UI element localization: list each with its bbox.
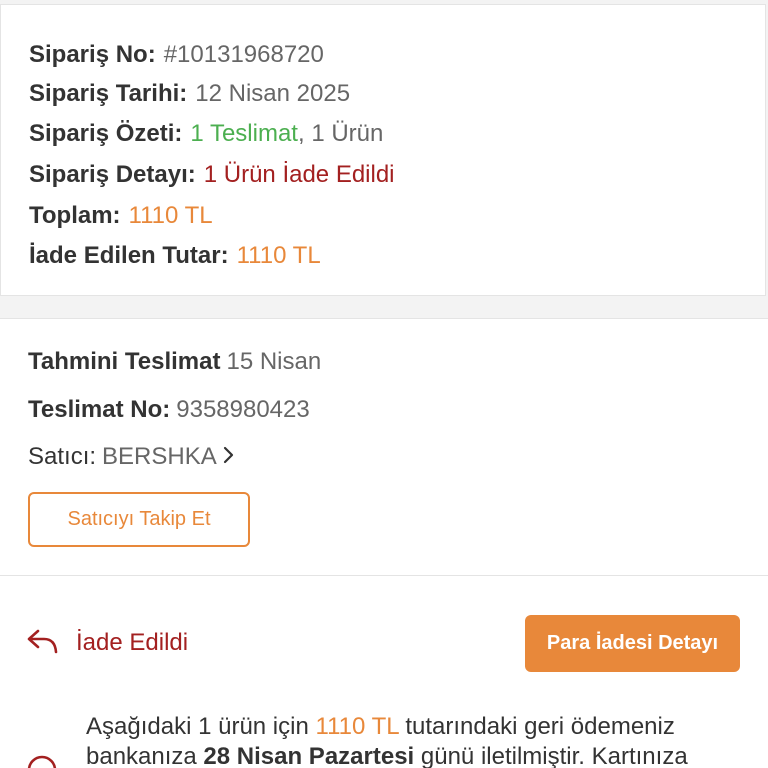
order-no-row: Sipariş No: #10131968720: [29, 40, 324, 70]
detail-value: 1 Ürün İade Edildi: [203, 161, 395, 188]
message-date: 28 Nisan Pazartesi: [203, 743, 415, 768]
refund-message: Aşağıdaki 1 ürün için 1110 TL tutarındak…: [86, 712, 746, 768]
total-value: 1110 TL: [128, 202, 213, 229]
info-circle-icon: [26, 754, 58, 768]
total-row: Toplam: 1110 TL: [29, 201, 213, 231]
message-amount: 1110 TL: [315, 713, 399, 740]
follow-seller-button[interactable]: Satıcıyı Takip Et: [28, 492, 250, 547]
order-detail-row: Sipariş Detayı: 1 Ürün İade Edildi: [29, 160, 395, 190]
detail-label: Sipariş Detayı:: [29, 161, 196, 188]
refunded-amount-row: İade Edilen Tutar: 1110 TL: [29, 241, 321, 271]
summary-item-count: 1 Ürün: [304, 120, 384, 147]
refund-detail-button[interactable]: Para İadesi Detayı: [525, 615, 740, 672]
order-summary-row: Sipariş Özeti: 1 Teslimat, 1 Ürün: [29, 119, 383, 149]
order-date-value: 12 Nisan 2025: [195, 80, 351, 107]
order-no-label: Sipariş No:: [29, 41, 156, 68]
return-arrow-icon: [26, 626, 60, 656]
chevron-right-icon: [223, 443, 235, 473]
order-date-label: Sipariş Tarihi:: [29, 80, 188, 107]
summary-label: Sipariş Özeti:: [29, 120, 183, 147]
order-date-row: Sipariş Tarihi: 12 Nisan 2025: [29, 79, 350, 109]
seller-name: BERSHKA: [102, 443, 217, 470]
summary-separator: ,: [297, 120, 305, 147]
refund-status-text: İade Edildi: [76, 629, 189, 656]
delivery-no-label: Teslimat No:: [28, 396, 171, 423]
order-detail-page: Sipariş No: #10131968720 Sipariş Tarihi: 1…: [0, 0, 768, 768]
summary-delivery-count: 1 Teslimat: [190, 120, 298, 147]
order-summary-card: Sipariş No: #10131968720 Sipariş Tarihi: 1…: [0, 4, 766, 296]
delivery-no-value: 9358980423: [176, 396, 310, 423]
refunded-value: 1110 TL: [236, 242, 321, 269]
seller-link[interactable]: Satıcı: BERSHKA: [28, 442, 235, 473]
estimated-delivery-row: Tahmini Teslimat 15 Nisan: [28, 347, 321, 377]
total-label: Toplam:: [29, 202, 121, 229]
message-count: 1: [198, 713, 212, 740]
estimated-delivery-label: Tahmini Teslimat: [28, 348, 221, 375]
refunded-label: İade Edilen Tutar:: [29, 242, 229, 269]
estimated-delivery-value: 15 Nisan: [226, 348, 322, 375]
seller-label: Satıcı:: [28, 443, 97, 470]
order-no-value: #10131968720: [163, 41, 324, 68]
message-part-4: günü iletilmiştir. Kartınıza: [414, 743, 688, 768]
message-part-2: ürün için: [211, 713, 316, 740]
delivery-card: Tahmini Teslimat 15 Nisan Teslimat No: 935…: [0, 318, 768, 576]
message-part-1: Aşağıdaki: [86, 713, 199, 740]
delivery-no-row: Teslimat No: 9358980423: [28, 395, 310, 425]
refund-section: İade Edildi Para İadesi Detayı Aşağıdaki…: [0, 576, 768, 768]
